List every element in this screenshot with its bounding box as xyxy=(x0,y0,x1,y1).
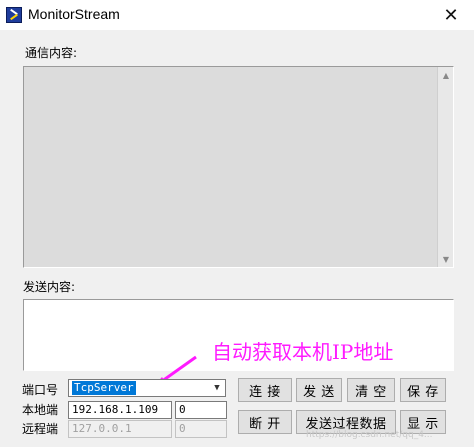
port-selected-value: TcpServer xyxy=(72,381,136,395)
save-button[interactable]: 保 存 xyxy=(400,378,446,402)
local-port-field[interactable]: 0 xyxy=(175,401,227,419)
chevron-down-icon[interactable]: ▼ xyxy=(209,380,225,396)
send-button[interactable]: 发 送 xyxy=(296,378,342,402)
clear-button[interactable]: 清 空 xyxy=(347,378,395,402)
remote-port-field[interactable]: 0 xyxy=(175,420,227,438)
port-select[interactable]: TcpServer ▼ xyxy=(68,379,226,397)
local-label: 本地端 xyxy=(22,403,59,417)
disconnect-button[interactable]: 断 开 xyxy=(238,410,292,434)
remote-label: 远程端 xyxy=(22,422,59,436)
port-label: 端口号 xyxy=(22,383,59,397)
local-ip-field[interactable]: 192.168.1.109 xyxy=(68,401,172,419)
watermark: https://blog.csdn.net/qq_4... xyxy=(306,430,433,440)
remote-ip-field[interactable]: 127.0.0.1 xyxy=(68,420,172,438)
connect-button[interactable]: 连 接 xyxy=(238,378,292,402)
